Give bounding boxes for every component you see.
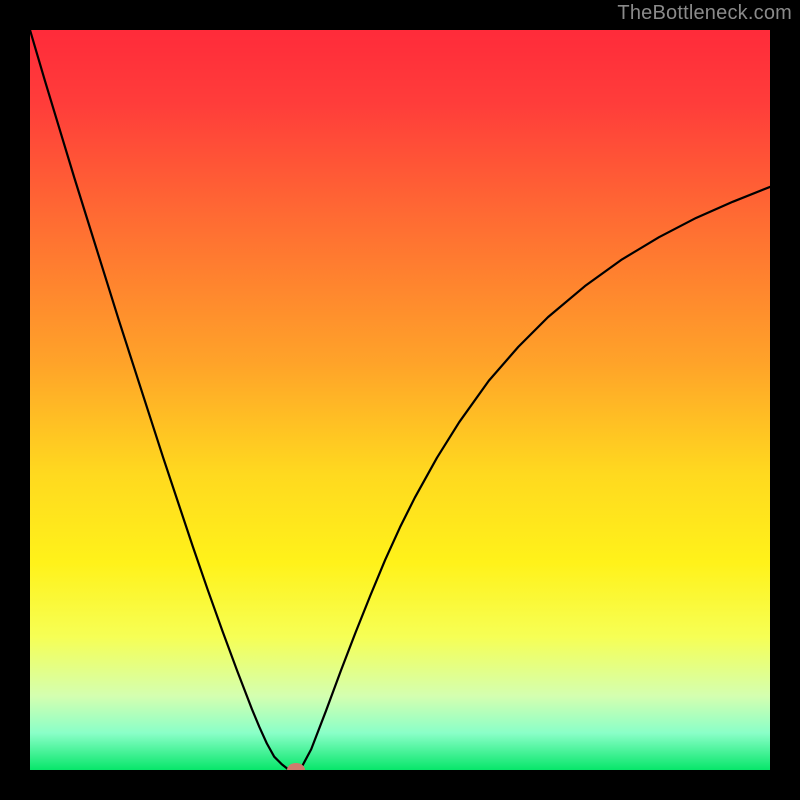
optimal-point-marker bbox=[287, 763, 305, 770]
watermark-text: TheBottleneck.com bbox=[617, 2, 792, 25]
plot-area bbox=[30, 30, 770, 770]
gradient-background bbox=[30, 30, 770, 770]
chart-frame: TheBottleneck.com bbox=[0, 0, 800, 800]
chart-svg bbox=[30, 30, 770, 770]
